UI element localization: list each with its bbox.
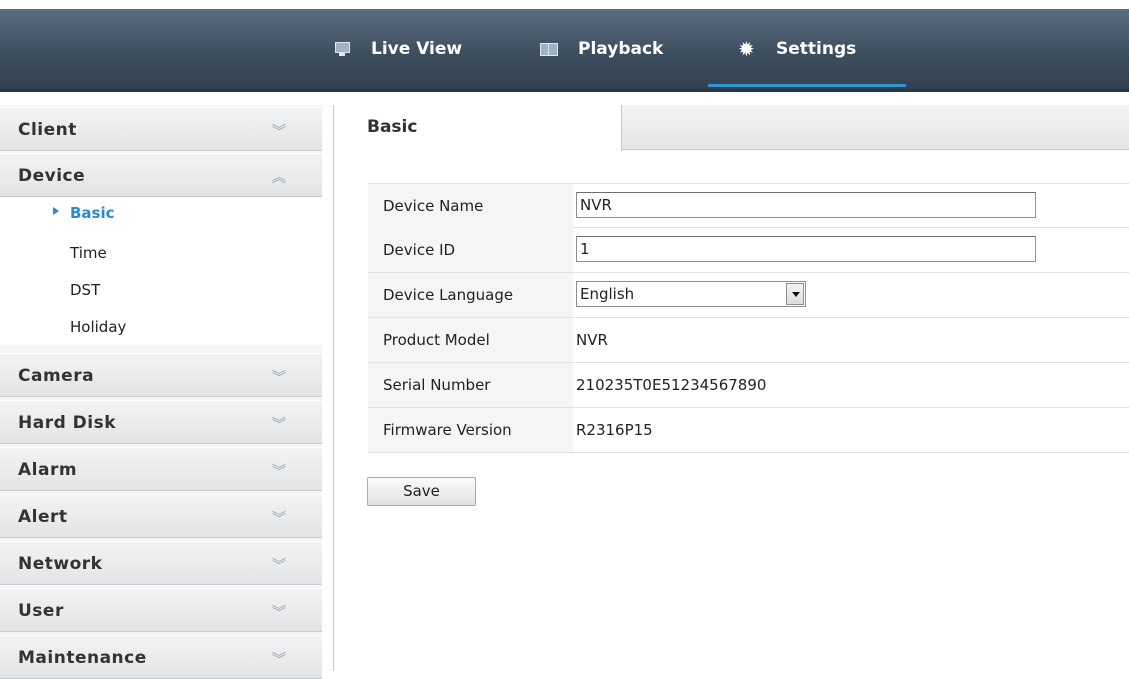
device-name-label: Device Name: [368, 184, 573, 228]
device-name-input[interactable]: [576, 192, 1036, 218]
device-language-label: Device Language: [368, 273, 573, 317]
chevron-up-icon: ︽: [272, 170, 286, 186]
form-row-firmware-version: Firmware Version R2316P15: [368, 408, 1129, 453]
chevron-down-icon: ︾: [272, 605, 286, 621]
nav-live-view-label: Live View: [371, 39, 463, 59]
sidebar-section-label: User: [18, 601, 64, 621]
save-button[interactable]: Save: [367, 477, 476, 506]
form-row-product-model: Product Model NVR: [368, 318, 1129, 363]
chevron-down-icon: ︾: [272, 417, 286, 433]
form-row-device-id: Device ID: [368, 228, 1129, 273]
form-row-device-name: Device Name: [368, 183, 1129, 228]
chevron-down-icon: ︾: [272, 464, 286, 480]
sidebar-section-alert[interactable]: Alert ︾: [0, 494, 322, 538]
chevron-down-icon: ︾: [272, 124, 286, 140]
nav-settings-label: Settings: [776, 39, 857, 59]
product-model-label: Product Model: [368, 318, 573, 362]
device-language-select[interactable]: English: [576, 281, 806, 307]
nav-playback[interactable]: Playback: [540, 9, 663, 89]
serial-number-label: Serial Number: [368, 363, 573, 407]
device-language-value: English: [580, 285, 635, 303]
sidebar-section-label: Maintenance: [18, 648, 147, 668]
sidebar-item-time[interactable]: Time: [70, 244, 107, 262]
settings-sidebar: Client ︾ Device ︽ Basic Time DST Holiday…: [0, 105, 322, 679]
basic-settings-form: Device Name Device ID Device Language En…: [368, 183, 1129, 453]
nav-live-view[interactable]: Live View: [333, 9, 462, 89]
sidebar-section-label: Alarm: [18, 460, 78, 480]
chevron-down-icon: ︾: [272, 652, 286, 668]
sidebar-item-basic[interactable]: Basic: [53, 204, 115, 222]
sidebar-section-network[interactable]: Network ︾: [0, 541, 322, 585]
sidebar-section-maintenance[interactable]: Maintenance ︾: [0, 635, 322, 679]
device-id-input[interactable]: [576, 236, 1036, 262]
firmware-version-label: Firmware Version: [368, 408, 573, 452]
chevron-down-icon: ︾: [272, 511, 286, 527]
sidebar-section-client[interactable]: Client ︾: [0, 107, 322, 151]
sidebar-item-dst[interactable]: DST: [70, 281, 100, 299]
playback-icon: [540, 40, 558, 58]
sidebar-section-label: Client: [18, 120, 77, 140]
topbar-divider: [0, 89, 1129, 92]
dropdown-arrow-icon[interactable]: [786, 283, 804, 305]
form-row-device-language: Device Language English: [368, 273, 1129, 318]
sidebar-section-label: Camera: [18, 366, 95, 386]
sidebar-item-label: Basic: [70, 204, 115, 222]
tab-basic-label: Basic: [367, 117, 418, 137]
sidebar-section-label: Alert: [18, 507, 68, 527]
device-id-label: Device ID: [368, 228, 573, 272]
serial-number-value: 210235T0E51234567890: [576, 376, 767, 394]
sidebar-section-camera[interactable]: Camera ︾: [0, 353, 322, 397]
firmware-version-value: R2316P15: [576, 421, 653, 439]
sidebar-section-label: Device: [18, 166, 86, 186]
sidebar-section-user[interactable]: User ︾: [0, 588, 322, 632]
tab-basic[interactable]: Basic: [334, 105, 622, 151]
chevron-down-icon: ︾: [272, 558, 286, 574]
gear-icon: ✹: [738, 37, 755, 61]
device-submenu: Basic Time DST Holiday: [0, 197, 322, 345]
monitor-icon: [333, 40, 351, 58]
sidebar-section-label: Network: [18, 554, 103, 574]
sidebar-section-device[interactable]: Device ︽: [0, 153, 322, 197]
sidebar-section-label: Hard Disk: [18, 413, 117, 433]
nav-settings[interactable]: ✹ Settings: [707, 9, 907, 89]
selected-arrow-icon: [53, 207, 59, 215]
form-row-serial-number: Serial Number 210235T0E51234567890: [368, 363, 1129, 408]
chevron-down-icon: ︾: [272, 370, 286, 386]
product-model-value: NVR: [576, 331, 608, 349]
sidebar-item-holiday[interactable]: Holiday: [70, 318, 126, 336]
main-content: Basic Device Name Device ID Device Langu…: [333, 105, 1129, 671]
sidebar-section-alarm[interactable]: Alarm ︾: [0, 447, 322, 491]
nav-playback-label: Playback: [578, 39, 664, 59]
top-navigation-bar: Live View Playback ✹ Settings: [0, 9, 1129, 89]
sidebar-section-hard-disk[interactable]: Hard Disk ︾: [0, 400, 322, 444]
